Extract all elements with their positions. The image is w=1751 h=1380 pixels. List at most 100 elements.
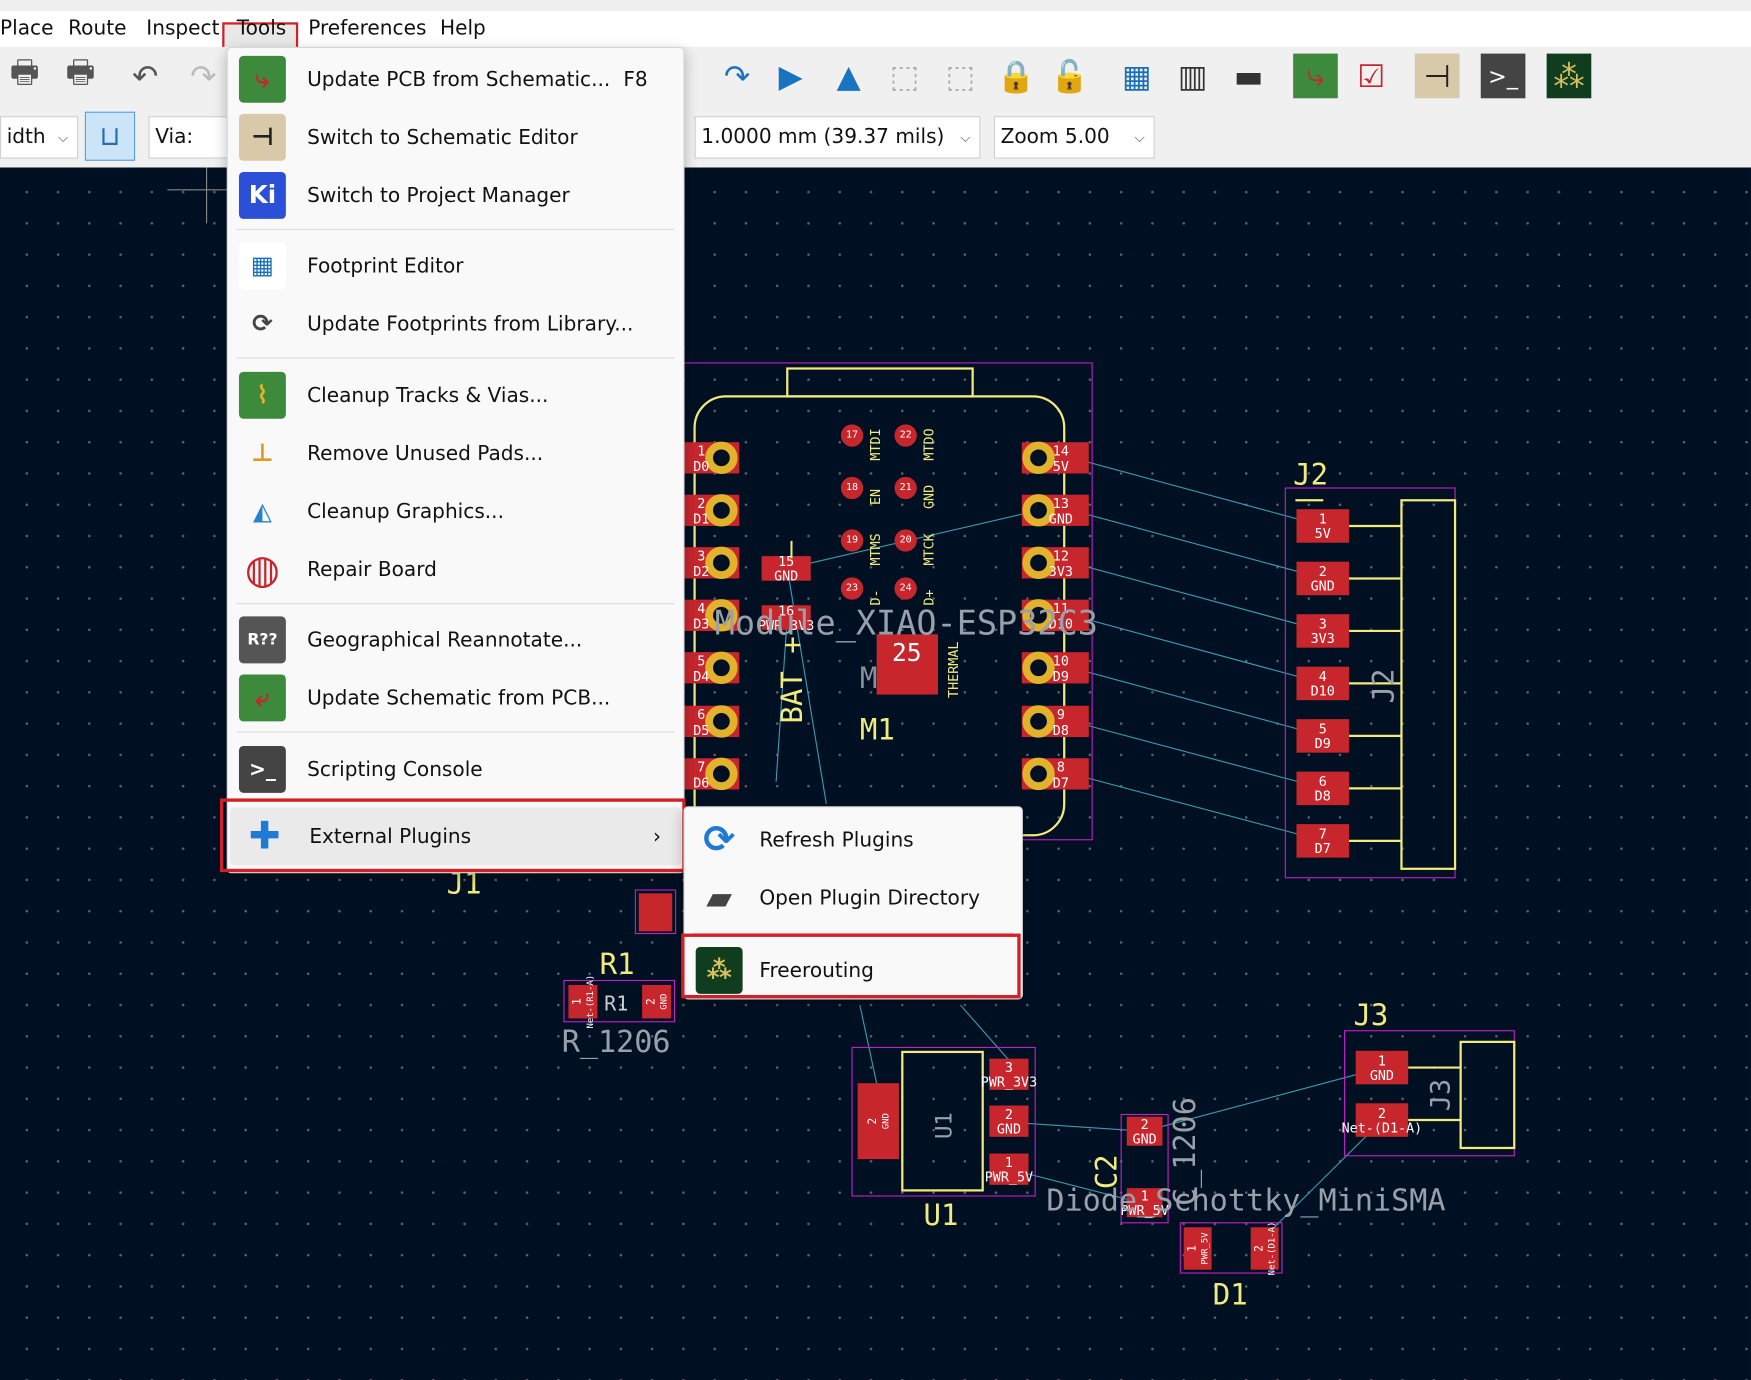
menu-item-update-pcb[interactable]: ⤷ Update PCB from Schematic... F8: [228, 51, 684, 107]
freerouting-highlight: [681, 933, 1021, 999]
battery-minus-label: –: [773, 540, 807, 558]
plot-icon[interactable]: 🖶: [58, 54, 103, 99]
via-size-select[interactable]: Via: use: [148, 116, 233, 189]
menu-item-label: Scripting Console: [307, 757, 483, 782]
console-icon: >_: [238, 745, 286, 793]
menu-preferences[interactable]: Preferences: [308, 17, 426, 40]
pad-net: GND: [1049, 513, 1073, 528]
pad-number: 1: [1378, 1054, 1386, 1069]
pin-label: MTCK: [923, 532, 938, 565]
usb-connector-outline: [786, 367, 974, 398]
grid-select[interactable]: 1.0000 mm (39.37 mils) ⌵: [694, 116, 981, 159]
pin-label: MTMS: [869, 533, 884, 565]
j1-pad: [638, 893, 673, 932]
pad-number: 4: [697, 602, 705, 617]
pad-net: Net-(R1-A): [586, 975, 596, 1029]
update-pcb-icon[interactable]: ⤷: [1293, 53, 1338, 99]
title-bar: [0, 0, 1751, 12]
print-icon[interactable]: 🖶: [2, 54, 47, 99]
menu-item-update-schematic[interactable]: ⤶ Update Schematic from PCB...: [228, 670, 684, 726]
through-hole-ring: [705, 651, 738, 684]
pad-number: 13: [1053, 497, 1069, 512]
ratsnest-line: [1261, 1119, 1383, 1240]
pad-net: D8: [1315, 790, 1331, 805]
chevron-down-icon: ⌵: [57, 129, 69, 146]
pin-label: EN: [869, 489, 884, 505]
pad-number: 23: [846, 583, 858, 594]
flip-icon[interactable]: ▶: [768, 54, 813, 99]
pad-net: GND: [881, 1113, 891, 1129]
through-hole-ring: [1022, 757, 1055, 791]
menu-inspect[interactable]: Inspect: [146, 17, 219, 40]
pad-net: D7: [1315, 842, 1331, 857]
menu-item-cleanup-graphics[interactable]: ◭ Cleanup Graphics...: [228, 484, 684, 540]
update-schematic-icon: ⤶: [238, 674, 286, 722]
footprint-browser-icon[interactable]: ▥: [1170, 54, 1215, 99]
menu-item-scripting-console[interactable]: >_ Scripting Console: [228, 741, 684, 797]
pad-net: D0: [693, 460, 709, 475]
r1-ref: R1: [600, 947, 635, 981]
menu-help[interactable]: Help: [440, 17, 486, 40]
refresh-icon: ⟳: [703, 817, 736, 863]
pad-net: PWR_5V: [985, 1170, 1033, 1185]
pad-number: 7: [1319, 828, 1327, 843]
pad-net: 5V: [1315, 527, 1331, 542]
menu-item-update-footprints[interactable]: ⟳ Update Footprints from Library...: [228, 296, 684, 352]
battery-label: BAT +: [775, 636, 809, 723]
footprint-editor-icon[interactable]: ▦: [1114, 54, 1159, 99]
freerouting-icon[interactable]: ⁂: [1546, 53, 1592, 99]
schematic-icon[interactable]: ⊣: [1414, 53, 1460, 99]
refresh-icon[interactable]: ↷: [715, 54, 760, 99]
menu-item-footprint-editor[interactable]: ▦ Footprint Editor: [228, 238, 684, 294]
redo-icon[interactable]: ↷: [181, 54, 226, 99]
menu-item-open-plugin-directory[interactable]: ▰ Open Plugin Directory: [685, 870, 1022, 926]
menu-item-label: Open Plugin Directory: [759, 886, 980, 910]
thermal-label: THERMAL: [947, 642, 962, 698]
menu-route[interactable]: Route: [68, 17, 126, 40]
menu-item-label: Cleanup Graphics...: [307, 499, 504, 524]
pad-net: D5: [693, 724, 709, 739]
pad-number: 1: [697, 445, 705, 460]
pad-number: 5: [1319, 723, 1327, 738]
schematic-editor-icon: ⊣: [238, 113, 286, 161]
drc-icon[interactable]: ☑: [1349, 54, 1394, 99]
pad-net: 3V3: [1049, 565, 1073, 580]
pad-number: 24: [900, 583, 912, 594]
menu-item-repair-board[interactable]: ◍ Repair Board: [228, 542, 684, 598]
group-icon[interactable]: ⬚: [882, 54, 927, 99]
menu-item-reannotate[interactable]: R?? Geographical Reannotate...: [228, 612, 684, 668]
undo-icon[interactable]: ↶: [123, 54, 168, 99]
pad-number: 12: [1053, 550, 1069, 565]
j2-fab-ref: J2: [1367, 669, 1401, 704]
pad-number: 3: [1005, 1061, 1013, 1076]
track-width-select[interactable]: idth ⌵: [0, 116, 79, 159]
through-hole-ring: [705, 546, 738, 580]
repair-icon: ◍: [244, 546, 280, 593]
zoom-select[interactable]: Zoom 5.00 ⌵: [993, 116, 1155, 159]
thermal-pad-number: 25: [892, 638, 922, 667]
menu-item-refresh-plugins[interactable]: ⟳ Refresh Plugins: [685, 812, 1022, 868]
scripting-console-icon[interactable]: >_: [1480, 53, 1526, 99]
pad-net: D9: [1315, 737, 1331, 752]
lock-icon[interactable]: 🔒: [994, 54, 1039, 99]
menu-item-remove-pads[interactable]: ⊥ Remove Unused Pads...: [228, 425, 684, 481]
pad-net: D2: [693, 565, 709, 580]
menu-item-project-manager[interactable]: Ki Switch to Project Manager: [228, 168, 684, 224]
menu-item-label: Switch to Project Manager: [307, 183, 570, 208]
board-setup-icon[interactable]: ▬: [1226, 54, 1271, 99]
module-ref-label: M1: [860, 712, 895, 746]
through-hole-ring: [1022, 651, 1055, 684]
menu-place[interactable]: Place: [0, 17, 53, 40]
auto-track-width-toggle[interactable]: ⊔: [84, 111, 136, 161]
pad-number: 6: [697, 708, 705, 723]
menu-tools[interactable]: Tools: [237, 17, 287, 40]
menu-item-schematic-editor[interactable]: ⊣ Switch to Schematic Editor: [228, 109, 684, 165]
mirror-icon[interactable]: ▲: [826, 54, 871, 99]
unlock-icon[interactable]: 🔓: [1047, 54, 1092, 99]
remove-pads-icon: ⊥: [251, 439, 274, 468]
pad-net: D8: [1053, 724, 1069, 739]
r1-fab-ref: R1: [604, 992, 628, 1016]
menu-item-cleanup-tracks[interactable]: ⌇ Cleanup Tracks & Vias...: [228, 367, 684, 423]
pad-net: D10: [1311, 685, 1335, 700]
ungroup-icon[interactable]: ⬚: [938, 54, 983, 99]
